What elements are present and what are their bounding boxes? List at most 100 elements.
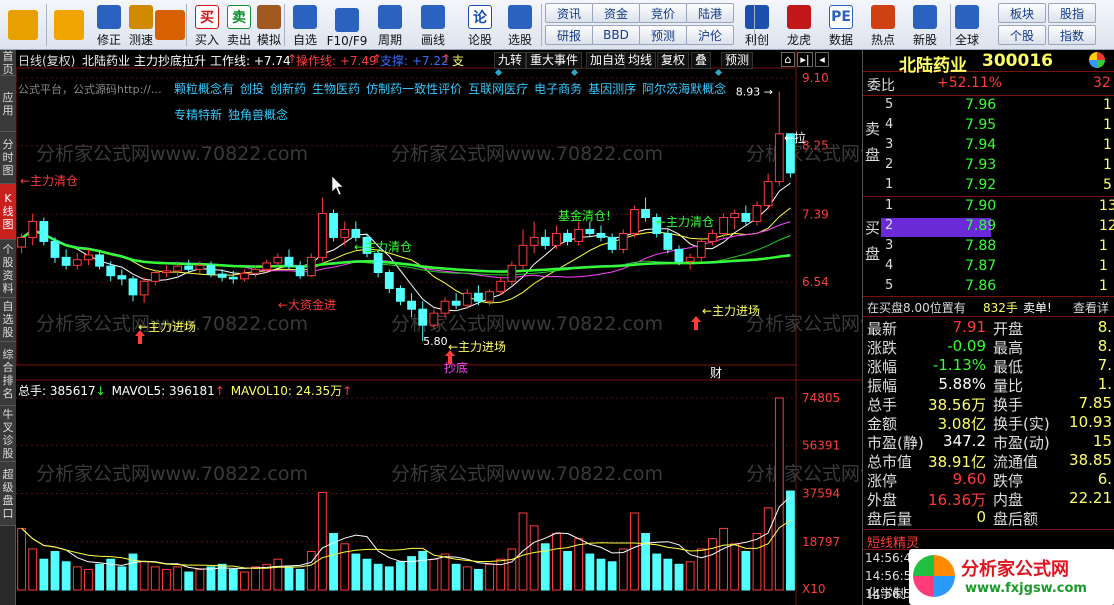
toolbar-icon-button-4[interactable]	[153, 2, 187, 48]
chart-annotation: 抄底	[444, 360, 468, 375]
menu-menu_bottom-3[interactable]: 沪伦	[686, 25, 734, 45]
menu-menu_top-0[interactable]: 资讯	[545, 3, 593, 23]
chart-menu-icon[interactable]: ⌂	[781, 52, 795, 67]
candle-body	[84, 254, 93, 261]
chart-expand-icon[interactable]: ▸|	[797, 52, 813, 67]
chart-btn-1[interactable]: 重大事件	[526, 52, 583, 69]
bid-price: 7.86	[965, 278, 997, 294]
menu-menu_bottom-1[interactable]: BBD	[592, 25, 640, 45]
left-tab-3[interactable]: K线图	[0, 184, 16, 240]
concept-tag[interactable]: 阿尔茨海默概念	[642, 82, 726, 96]
new-stock-icon	[913, 5, 937, 29]
toolbar-button-16[interactable]: PE 数据	[824, 2, 858, 48]
candle-body	[730, 213, 740, 219]
menu-menu_top-1[interactable]: 资金	[592, 3, 640, 23]
indicator-name[interactable]: 主力抄底拉升	[134, 52, 206, 68]
stock-name-label: 北陆药业	[82, 54, 131, 68]
toolbar-button-12[interactable]: 论论股	[463, 2, 497, 48]
quote-title-bar: 北陆药业 300016	[863, 50, 1114, 76]
toolbar-button-15[interactable]: 龙虎	[782, 2, 816, 48]
left-tab-2[interactable]: 分时图	[0, 132, 16, 184]
view-more-link[interactable]: 查看详	[1073, 299, 1109, 316]
candle-body	[685, 256, 695, 262]
toolbar-button-18[interactable]: 新股	[908, 2, 942, 48]
menu-menu_top-3[interactable]: 陆港	[686, 3, 734, 23]
candle-body	[696, 240, 706, 258]
concept-tag[interactable]: 仿制药一致性评价	[366, 82, 462, 96]
toolbar-button-2[interactable]: 修正	[92, 2, 126, 48]
concept-tag[interactable]: 电子商务	[534, 82, 582, 96]
toolbar-button-label: F10/F9	[326, 34, 368, 48]
candle-body	[462, 292, 472, 306]
stat-label: 盘后量	[867, 510, 913, 528]
chart-btn-3[interactable]: 均线	[624, 52, 657, 69]
chart-btn-6[interactable]: 预测	[721, 52, 754, 69]
toolbar-button-10[interactable]: 周期	[373, 2, 407, 48]
toolbar-button-7[interactable]: 模拟	[252, 2, 286, 48]
menu-menu_right_bottom-0[interactable]: 个股	[998, 25, 1046, 45]
volume-bar	[696, 548, 706, 591]
toolbar-button-9[interactable]: F10/F9	[327, 2, 367, 48]
concept-tag[interactable]: 颗粒概念有	[174, 82, 234, 96]
left-tab-7[interactable]: 牛叉诊股	[0, 406, 16, 462]
toolbar-icon-button-0[interactable]	[6, 2, 40, 48]
color-wheel-icon[interactable]	[1089, 52, 1105, 68]
volume-bar	[61, 561, 71, 591]
menu-menu_bottom-2[interactable]: 预测	[639, 25, 687, 45]
left-tab-4[interactable]: 个股资料	[0, 240, 16, 298]
left-tab-1[interactable]: 应用	[0, 76, 16, 132]
concept-tag[interactable]: 基因测序	[588, 82, 636, 96]
toolbar-button-label: 新股	[912, 33, 937, 47]
toolbar-button-14[interactable]: 利创	[740, 2, 774, 48]
candle-body	[228, 276, 238, 280]
candle-body	[474, 292, 483, 302]
period-label[interactable]: 日线(复权)	[18, 52, 75, 68]
chart-btn-0[interactable]: 九转	[494, 52, 527, 69]
menu-menu_bottom-0[interactable]: 研报	[545, 25, 593, 45]
left-tab-8[interactable]: 超级盘口	[0, 462, 16, 526]
chart-canvas[interactable]: 9.108.257.396.5474805563913759418797X10分…	[16, 50, 862, 605]
toolbar-button-17[interactable]: 热点	[866, 2, 900, 48]
left-tab-0[interactable]: 首页	[0, 50, 16, 76]
bid-price: 7.87	[965, 258, 997, 274]
toolbar-button-13[interactable]: 选股	[503, 2, 537, 48]
toolbar-button-19[interactable]: 全球	[950, 2, 984, 48]
candle-body	[485, 291, 494, 302]
stat-value-2: 8.	[1097, 337, 1112, 355]
watermark-text: 分析家公式网www.70822.com	[391, 143, 663, 165]
toolbar-button-11[interactable]: 画线	[416, 2, 450, 48]
toolbar-button-5[interactable]: 买买入	[190, 2, 224, 48]
concept-tag[interactable]: 创投	[240, 82, 264, 96]
mavol5-arrow-icon: ↑	[214, 384, 225, 398]
menu-menu_top-2[interactable]: 竞价	[639, 3, 687, 23]
menu-menu_right_top-1[interactable]: 股指	[1048, 3, 1096, 23]
volume-bar	[574, 538, 584, 591]
chart-btn-4[interactable]: 复权	[657, 52, 690, 69]
volume-bar	[529, 525, 539, 591]
volume-bar	[373, 563, 383, 591]
chart-collapse-icon[interactable]: ◂	[815, 52, 829, 67]
menu-menu_right_top-0[interactable]: 板块	[998, 3, 1046, 23]
concept-tag[interactable]: 独角兽概念	[228, 108, 288, 122]
concept-tag[interactable]: 专精特新	[174, 108, 222, 122]
candle-body	[518, 244, 528, 266]
left-tab-6[interactable]: 综合排名	[0, 342, 16, 406]
stat-value: 38.91亿	[928, 453, 986, 471]
chart-btn-5[interactable]: 叠	[691, 52, 712, 69]
concept-tag[interactable]: 互联网医疗	[468, 82, 528, 96]
toolbar-icon-button-1[interactable]	[52, 2, 86, 48]
volume-bar	[774, 397, 784, 591]
volume-bar	[786, 490, 795, 591]
left-tab-5[interactable]: 自选股	[0, 298, 16, 342]
concept-tag[interactable]: 生物医药	[312, 82, 360, 96]
stat-value-2: 38.85	[1069, 451, 1112, 469]
bid-volume: 1	[1099, 238, 1108, 254]
candle-body	[217, 273, 227, 278]
toolbar-button-6[interactable]: 卖卖出	[222, 2, 256, 48]
volume-bar	[340, 543, 350, 591]
stat-value: -1.13%	[932, 356, 986, 374]
concept-tag[interactable]: 创新药	[270, 82, 306, 96]
kline-chart[interactable]: 9.10 8.25 7.39 6.54 74805 56391 37594 18797 X10 分…	[16, 50, 862, 605]
menu-menu_right_bottom-1[interactable]: 指数	[1048, 25, 1096, 45]
toolbar-button-8[interactable]: 自选	[288, 2, 322, 48]
